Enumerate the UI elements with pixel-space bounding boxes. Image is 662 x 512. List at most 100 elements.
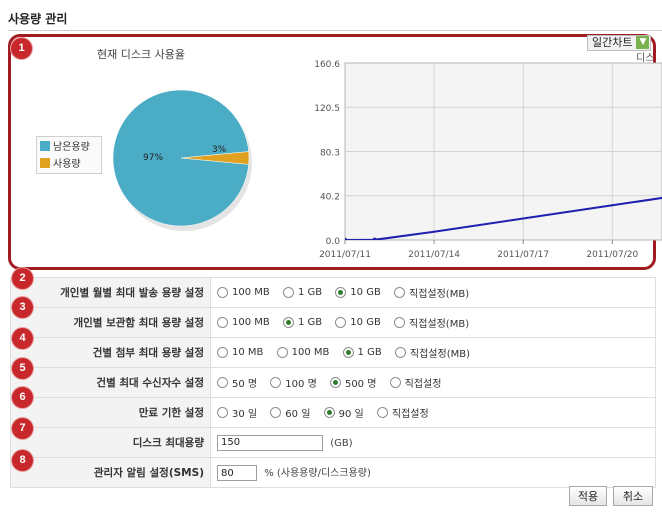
marker-3: 3: [12, 297, 33, 318]
option-label: 직접설정(MB): [409, 318, 470, 330]
radio-button[interactable]: [329, 376, 341, 388]
option-label: 1 GB: [297, 316, 323, 328]
option-500[interactable]: 500 명: [329, 375, 377, 390]
radio-button[interactable]: [376, 406, 388, 418]
apply-button[interactable]: 적용: [569, 486, 607, 506]
option-1gb[interactable]: 1 GB: [282, 316, 323, 328]
usage-settings-table: 개인별 월별 최대 발송 용량 설정 100 MB 1 GB 10 GB 직접설…: [10, 277, 656, 488]
pie-chart-title: 현재 디스크 사용율: [97, 48, 185, 61]
option-60-days[interactable]: 60 일: [270, 405, 310, 420]
setting-row-disk-max: 디스크 최대용량 (GB): [10, 427, 656, 458]
radio-button[interactable]: [394, 316, 405, 328]
radio-button[interactable]: [217, 286, 228, 298]
radio-button[interactable]: [394, 286, 405, 298]
option-custom[interactable]: 직접설정(MB): [394, 285, 469, 300]
legend-item-free: 남은용량: [37, 137, 101, 154]
option-label: 60 일: [285, 408, 311, 420]
radio-button[interactable]: [217, 376, 228, 388]
legend-swatch-free: [40, 140, 50, 151]
y-tick-label: 80.3: [320, 149, 340, 159]
setting-value: % (사용용량/디스크용량): [210, 457, 656, 488]
radio-button[interactable]: [270, 406, 282, 418]
radio-button[interactable]: [276, 346, 288, 358]
x-tick-label: 2011/07/11: [319, 250, 371, 260]
option-100[interactable]: 100 명: [270, 375, 317, 390]
y-tick-label: 160.6: [314, 60, 340, 70]
disk-max-input[interactable]: [217, 434, 323, 451]
option-custom[interactable]: 직접설정: [389, 375, 442, 390]
option-label: 100 명: [285, 378, 317, 390]
x-tick-label: 2011/07/20: [586, 250, 638, 260]
setting-options: 100 MB 1 GB 10 GB 직접설정(MB): [210, 307, 656, 338]
setting-label: 관리자 알림 설정(SMS): [10, 457, 211, 488]
radio-button[interactable]: [270, 376, 282, 388]
setting-label: 건별 최대 수신자수 설정: [10, 367, 211, 398]
marker-7: 7: [12, 418, 33, 439]
option-label: 직접설정: [404, 378, 442, 390]
option-10gb[interactable]: 10 GB: [335, 286, 381, 298]
option-1gb[interactable]: 1 GB: [282, 286, 323, 298]
title-divider: [8, 30, 662, 31]
radio-button[interactable]: [323, 406, 335, 418]
setting-options: 50 명 100 명 500 명 직접설정: [210, 367, 656, 398]
radio-button[interactable]: [217, 406, 228, 418]
y-tick-label: 120.5: [314, 104, 340, 114]
setting-row-monthly-send: 개인별 월별 최대 발송 용량 설정 100 MB 1 GB 10 GB 직접설…: [10, 277, 656, 308]
option-50[interactable]: 50 명: [217, 375, 257, 390]
option-1gb[interactable]: 1 GB: [342, 346, 382, 358]
admin-alert-unit: % (사용용량/디스크용량): [264, 468, 371, 479]
cancel-button[interactable]: 취소: [613, 486, 653, 506]
radio-button[interactable]: [335, 316, 347, 328]
option-label: 100 MB: [232, 286, 270, 298]
setting-options: 30 일 60 일 90 일 직접설정: [210, 397, 656, 428]
setting-label: 개인별 보관함 최대 용량 설정: [10, 307, 211, 338]
radio-button[interactable]: [282, 286, 294, 298]
option-100mb[interactable]: 100 MB: [217, 286, 270, 298]
legend-label-free: 남은용량: [53, 142, 90, 153]
option-100mb[interactable]: 100 MB: [276, 346, 329, 358]
option-30-days[interactable]: 30 일: [217, 405, 257, 420]
marker-2: 2: [12, 268, 33, 289]
option-label: 500 명: [344, 378, 377, 390]
radio-button[interactable]: [217, 316, 228, 328]
legend-label-used: 사용량: [53, 159, 81, 170]
option-label: 100 MB: [232, 316, 270, 328]
option-label: 10 GB: [350, 286, 381, 298]
option-label: 직접설정(MB): [409, 348, 470, 360]
radio-button[interactable]: [335, 286, 347, 298]
option-label: 90 일: [338, 408, 364, 420]
radio-button[interactable]: [342, 346, 354, 358]
option-label: 1 GB: [297, 286, 323, 298]
radio-button[interactable]: [394, 346, 406, 358]
setting-row-max-recipients: 건별 최대 수신자수 설정 50 명 100 명 500 명 직접설정: [10, 367, 656, 398]
admin-alert-input[interactable]: [217, 465, 257, 481]
option-100mb[interactable]: 100 MB: [217, 316, 270, 328]
y-tick-label: 0.0: [326, 237, 341, 247]
option-label: 30 일: [232, 408, 258, 420]
option-label: 직접설정(MB): [409, 288, 470, 300]
option-label: 10 MB: [232, 346, 264, 358]
marker-8: 8: [12, 450, 33, 471]
option-label: 1 GB: [357, 346, 382, 358]
setting-label: 만료 기한 설정: [10, 397, 211, 428]
setting-label: 개인별 월별 최대 발송 용량 설정: [10, 277, 211, 308]
page-title: 사용량 관리: [8, 12, 68, 26]
legend-item-used: 사용량: [37, 154, 101, 171]
setting-row-admin-alert: 관리자 알림 설정(SMS) % (사용용량/디스크용량): [10, 457, 656, 488]
marker-1: 1: [11, 38, 32, 59]
option-10gb[interactable]: 10 GB: [335, 316, 381, 328]
option-custom[interactable]: 직접설정(MB): [394, 315, 469, 330]
setting-value: (GB): [210, 427, 656, 458]
option-custom[interactable]: 직접설정: [376, 405, 429, 420]
option-10mb[interactable]: 10 MB: [217, 346, 264, 358]
marker-5: 5: [12, 358, 33, 379]
setting-row-attachment-max: 건별 첨부 최대 용량 설정 10 MB 100 MB 1 GB 직접설정(MB…: [10, 337, 656, 368]
radio-button[interactable]: [389, 376, 401, 388]
radio-button[interactable]: [217, 346, 228, 358]
option-custom[interactable]: 직접설정(MB): [394, 345, 470, 360]
setting-label: 디스크 최대용량: [10, 427, 211, 458]
x-tick-label: 2011/07/14: [408, 250, 460, 260]
radio-button[interactable]: [282, 316, 294, 328]
setting-row-mailbox-max: 개인별 보관함 최대 용량 설정 100 MB 1 GB 10 GB 직접설정(…: [10, 307, 656, 338]
option-90-days[interactable]: 90 일: [323, 405, 364, 420]
